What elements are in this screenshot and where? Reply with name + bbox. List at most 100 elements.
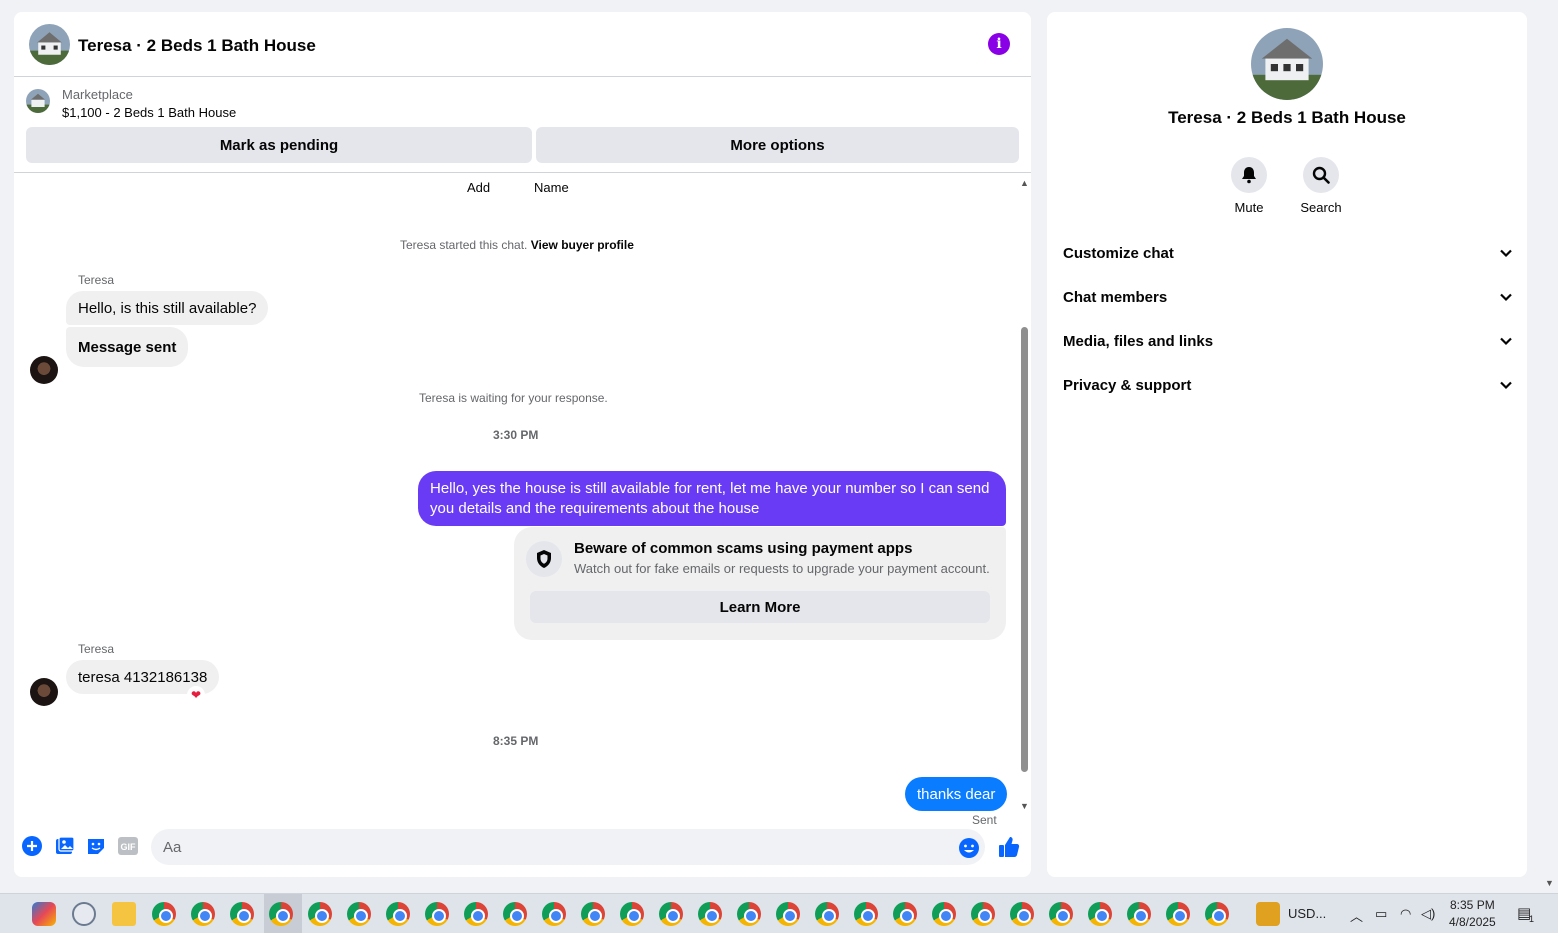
file-explorer-icon[interactable] xyxy=(112,902,136,926)
plus-icon[interactable] xyxy=(21,835,43,857)
name-label[interactable]: Name xyxy=(534,180,569,195)
scroll-thumb[interactable] xyxy=(1021,327,1028,772)
chrome-icon[interactable] xyxy=(152,902,176,926)
scroll-up-arrow-icon[interactable]: ▲ xyxy=(1020,178,1029,188)
chrome-icon[interactable] xyxy=(425,902,449,926)
teresa-avatar[interactable] xyxy=(30,356,58,384)
chrome-icon[interactable] xyxy=(776,902,800,926)
gif-label: GIF xyxy=(121,842,137,852)
add-label[interactable]: Add xyxy=(467,180,490,195)
message-input[interactable] xyxy=(151,829,985,865)
heart-reaction-icon[interactable]: ❤ xyxy=(187,686,205,704)
message-scrollbar[interactable]: ▲ ▼ xyxy=(1017,174,1031,822)
customize-chat-row[interactable]: Customize chat xyxy=(1063,235,1513,271)
gif-icon[interactable]: GIF xyxy=(117,835,139,857)
chrome-icon[interactable] xyxy=(971,902,995,926)
chat-panel: Teresa · 2 Beds 1 Bath House i Marketpla… xyxy=(14,12,1031,877)
timestamp: 8:35 PM xyxy=(493,734,539,748)
waiting-notice: Teresa is waiting for your response. xyxy=(419,391,608,405)
info-icon[interactable]: i xyxy=(988,33,1010,55)
chrome-icon[interactable] xyxy=(386,902,410,926)
sticker-icon[interactable] xyxy=(85,835,107,857)
chrome-icon[interactable] xyxy=(464,902,488,926)
chrome-icon[interactable] xyxy=(1127,902,1151,926)
bell-icon xyxy=(1231,157,1267,193)
chevron-down-icon xyxy=(1500,249,1512,258)
photo-icon[interactable] xyxy=(54,835,76,857)
chrome-icon[interactable] xyxy=(737,902,761,926)
page-scroll-down-arrow-icon[interactable]: ▼ xyxy=(1545,878,1554,888)
mute-button[interactable]: Mute xyxy=(1219,157,1279,215)
chrome-icon[interactable] xyxy=(659,902,683,926)
more-options-button[interactable]: More options xyxy=(536,127,1019,163)
chat-members-row[interactable]: Chat members xyxy=(1063,279,1513,315)
system-clock[interactable]: 8:35 PM 4/8/2025 xyxy=(1449,897,1496,931)
notification-count: 1 xyxy=(1529,914,1535,924)
search-icon xyxy=(1303,157,1339,193)
marketplace-strip: Marketplace $1,100 - 2 Beds 1 Bath House… xyxy=(14,77,1031,173)
camera-icon[interactable]: ▭ xyxy=(1375,906,1387,922)
chrome-icon[interactable] xyxy=(230,902,254,926)
scam-warning-title: Beware of common scams using payment app… xyxy=(574,540,913,557)
chrome-icon[interactable] xyxy=(698,902,722,926)
mute-label: Mute xyxy=(1234,200,1264,215)
incoming-message[interactable]: Hello, is this still available? xyxy=(66,291,269,325)
wifi-icon[interactable]: ◠ xyxy=(1400,906,1411,922)
chrome-icon[interactable] xyxy=(347,902,371,926)
row-label: Customize chat xyxy=(1063,244,1174,262)
chrome-icon[interactable] xyxy=(1010,902,1034,926)
listing-avatar[interactable] xyxy=(29,24,70,65)
listing-avatar-large[interactable] xyxy=(1251,28,1323,100)
chrome-icon[interactable] xyxy=(893,902,917,926)
learn-more-button[interactable]: Learn More xyxy=(530,591,990,623)
search-button[interactable]: Search xyxy=(1291,157,1351,215)
listing-title[interactable]: $1,100 - 2 Beds 1 Bath House xyxy=(62,105,236,120)
scroll-down-arrow-icon[interactable]: ▼ xyxy=(1020,801,1029,811)
thumbs-up-icon[interactable] xyxy=(997,835,1021,859)
chrome-icon[interactable] xyxy=(542,902,566,926)
listing-thumbnail[interactable] xyxy=(26,89,50,113)
chat-details-panel: Teresa · 2 Beds 1 Bath House Mute Search… xyxy=(1047,12,1527,877)
outgoing-message[interactable]: thanks dear xyxy=(905,777,1008,811)
chat-start-text: Teresa started this chat. xyxy=(400,238,528,252)
chrome-icon[interactable] xyxy=(503,902,527,926)
chat-title[interactable]: Teresa · 2 Beds 1 Bath House xyxy=(78,36,316,56)
chrome-icon[interactable] xyxy=(1205,902,1229,926)
chrome-icon[interactable] xyxy=(269,902,293,926)
chevron-up-icon[interactable]: ︿ xyxy=(1350,906,1363,925)
windows-taskbar: USD... ︿ ▭ ◠ ◁) 8:35 PM 4/8/2025 ▤ 1 xyxy=(0,893,1558,933)
chrome-icon[interactable] xyxy=(308,902,332,926)
media-files-links-row[interactable]: Media, files and links xyxy=(1063,323,1513,359)
chrome-icon[interactable] xyxy=(854,902,878,926)
chevron-down-icon xyxy=(1500,381,1512,390)
row-label: Media, files and links xyxy=(1063,332,1214,350)
mark-as-pending-button[interactable]: Mark as pending xyxy=(26,127,532,163)
copilot-icon[interactable] xyxy=(32,902,56,926)
chat-start-notice: Teresa started this chat. View buyer pro… xyxy=(400,238,634,252)
chrome-icon[interactable] xyxy=(581,902,605,926)
message-list[interactable]: Add Name Teresa started this chat. View … xyxy=(14,174,1017,827)
snipping-tool-icon[interactable] xyxy=(72,902,96,926)
house-photo-icon xyxy=(1251,28,1323,100)
incoming-message[interactable]: Message sent xyxy=(66,327,189,367)
chrome-icon[interactable] xyxy=(1049,902,1073,926)
chrome-icon[interactable] xyxy=(620,902,644,926)
sender-name: Teresa xyxy=(78,273,115,287)
chrome-icon[interactable] xyxy=(815,902,839,926)
teresa-avatar[interactable] xyxy=(30,678,58,706)
sender-name: Teresa xyxy=(78,642,115,656)
currency-ticker[interactable]: USD... xyxy=(1288,906,1326,921)
chrome-icon[interactable] xyxy=(1166,902,1190,926)
chrome-icon[interactable] xyxy=(191,902,215,926)
weather-icon[interactable] xyxy=(1256,902,1280,926)
scam-warning-description: Watch out for fake emails or requests to… xyxy=(574,561,990,576)
emoji-icon[interactable] xyxy=(958,837,980,859)
view-buyer-profile-link[interactable]: View buyer profile xyxy=(531,238,634,252)
marketplace-label: Marketplace xyxy=(62,87,133,102)
chrome-icon[interactable] xyxy=(932,902,956,926)
volume-icon[interactable]: ◁) xyxy=(1421,906,1435,922)
chrome-icon[interactable] xyxy=(1088,902,1112,926)
privacy-support-row[interactable]: Privacy & support xyxy=(1063,367,1513,403)
chevron-down-icon xyxy=(1500,293,1512,302)
outgoing-message[interactable]: Hello, yes the house is still available … xyxy=(418,471,1006,526)
